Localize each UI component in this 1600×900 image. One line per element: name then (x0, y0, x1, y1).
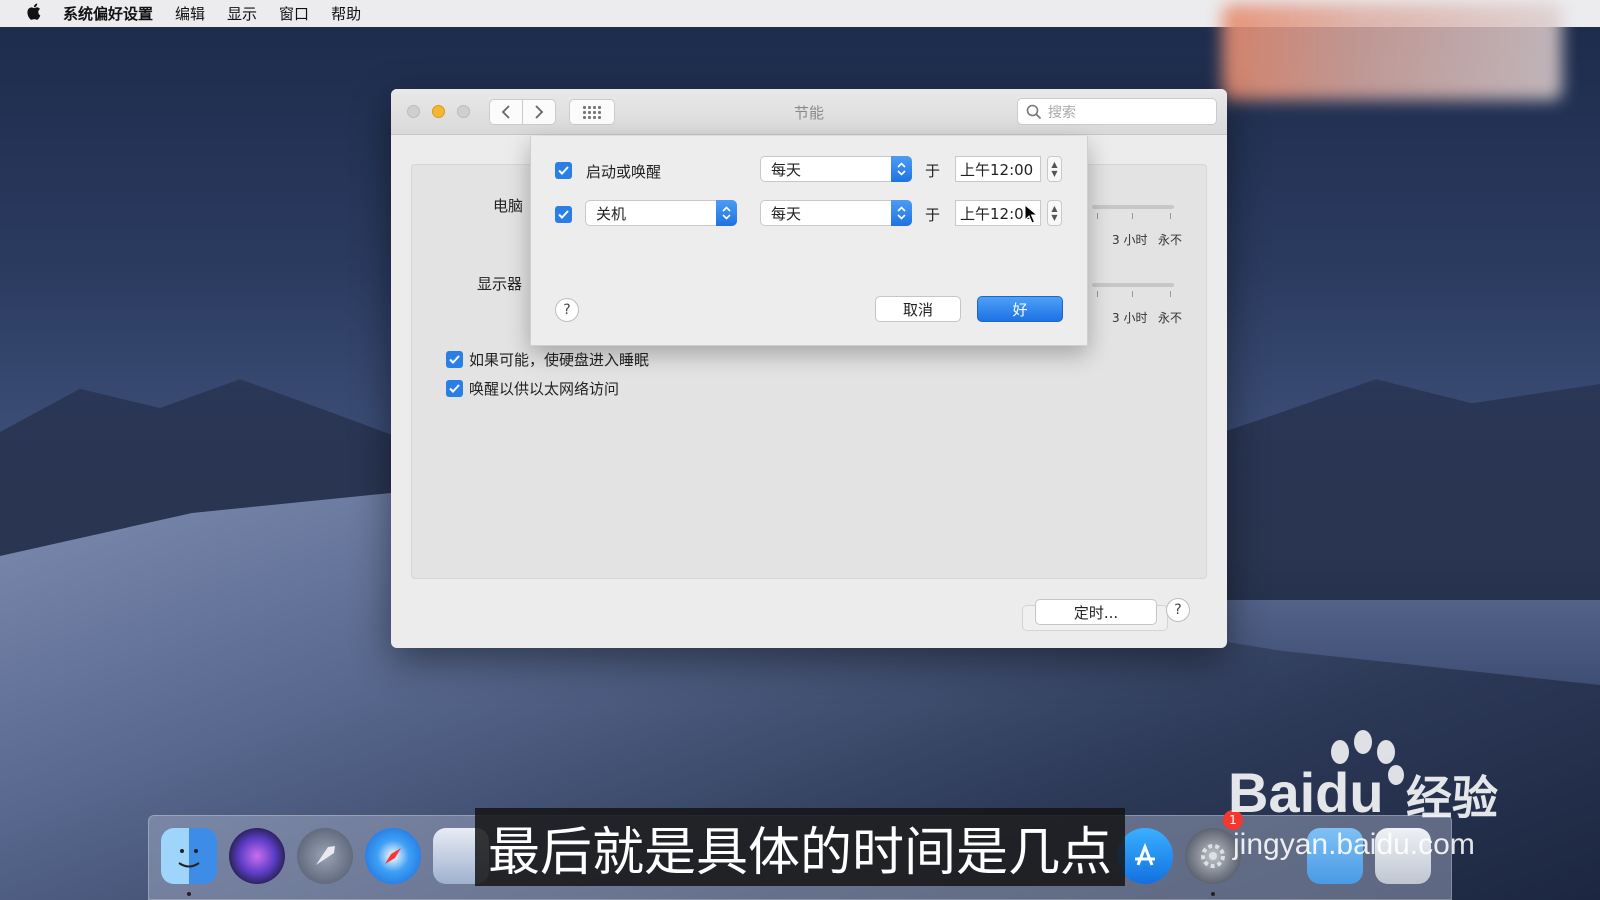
updown-arrows-icon (891, 200, 912, 226)
checkmark-icon (449, 355, 460, 364)
schedule-button[interactable]: 定时... (1035, 599, 1157, 625)
shutdown-at-label: 于 (925, 206, 941, 224)
display-sleep-slider[interactable] (1092, 283, 1174, 287)
running-indicator (187, 892, 191, 896)
finder-icon[interactable] (161, 828, 217, 884)
slider-tick (1132, 291, 1133, 297)
slider-tick (1170, 291, 1171, 297)
disk-sleep-label: 如果可能，使硬盘进入睡眠 (469, 351, 650, 369)
scale-3h-label: 3 小时 (1112, 233, 1148, 247)
wake-ethernet-checkbox[interactable] (446, 380, 463, 397)
menu-system-preferences[interactable]: 系统偏好设置 (63, 3, 153, 24)
mouse-cursor-icon (1024, 204, 1038, 224)
baidu-logo-text: Baidu (1228, 761, 1384, 824)
blurred-menubar-region (1222, 4, 1562, 100)
baidu-watermark: Baidu 经验 jingyan.baidu.com (1228, 730, 1528, 870)
shutdown-repeat-value: 每天 (771, 204, 802, 223)
startup-wake-checkbox[interactable] (555, 162, 572, 179)
menu-window[interactable]: 窗口 (279, 3, 309, 24)
startup-time-stepper[interactable]: ▲ ▼ (1047, 156, 1062, 182)
menu-help[interactable]: 帮助 (331, 3, 361, 24)
siri-icon[interactable] (229, 828, 285, 884)
checkmark-icon (449, 384, 460, 393)
shutdown-checkbox[interactable] (555, 206, 572, 223)
startup-time-field[interactable]: 上午12:00 (955, 156, 1041, 182)
search-field[interactable]: 搜索 (1017, 98, 1217, 125)
search-icon (1026, 104, 1042, 119)
computer-sleep-label: 电脑 (493, 197, 524, 215)
app-store-icon[interactable] (1117, 828, 1173, 884)
ok-button[interactable]: 好 (977, 296, 1063, 322)
disk-sleep-row: 如果可能，使硬盘进入睡眠 (446, 349, 649, 370)
shutdown-time-stepper[interactable]: ▲ ▼ (1047, 200, 1062, 226)
stepper-down-icon: ▼ (1051, 169, 1058, 178)
sheet-help-button[interactable]: ? (555, 298, 579, 322)
schedule-sheet: 启动或唤醒 每天 于 上午12:00 ▲ ▼ 关机 每天 于 上午12:00 ▲… (530, 136, 1088, 346)
running-indicator (1211, 892, 1215, 896)
stepper-up-icon: ▲ (1051, 204, 1058, 213)
display-sleep-label: 显示器 (477, 275, 523, 293)
wake-ethernet-row: 唤醒以供以太网络访问 (446, 378, 619, 399)
startup-repeat-popup[interactable]: 每天 (760, 156, 912, 182)
updown-arrows-icon (716, 200, 737, 226)
slider-tick (1132, 213, 1133, 219)
video-subtitle: 最后就是具体的时间是几点 (475, 808, 1125, 886)
apple-menu-icon[interactable] (26, 3, 41, 25)
shutdown-action-popup[interactable]: 关机 (585, 200, 737, 226)
help-button[interactable]: ? (1166, 598, 1190, 622)
checkmark-icon (558, 166, 569, 175)
menu-view[interactable]: 显示 (227, 3, 257, 24)
search-placeholder: 搜索 (1048, 104, 1076, 121)
stepper-down-icon: ▼ (1051, 213, 1058, 222)
safari-compass-icon[interactable] (365, 828, 421, 884)
slider-tick (1170, 213, 1171, 219)
cancel-button[interactable]: 取消 (875, 296, 961, 322)
launchpad-rocket-icon[interactable] (297, 828, 353, 884)
title-bar: 节能 搜索 (391, 89, 1227, 135)
updown-arrows-icon (891, 156, 912, 182)
slider-tick (1097, 213, 1098, 219)
baidu-jingyan-text: 经验 (1406, 771, 1498, 825)
startup-repeat-value: 每天 (771, 160, 802, 179)
slider-tick (1097, 291, 1098, 297)
startup-at-label: 于 (925, 162, 941, 180)
scale-never-label: 永不 (1158, 311, 1183, 325)
startup-wake-label: 启动或唤醒 (586, 163, 662, 181)
menu-edit[interactable]: 编辑 (175, 3, 205, 24)
baidu-url-text: jingyan.baidu.com (1233, 828, 1475, 861)
computer-sleep-slider[interactable] (1092, 205, 1174, 209)
disk-sleep-checkbox[interactable] (446, 351, 463, 368)
shutdown-action-value: 关机 (596, 204, 627, 223)
checkmark-icon (558, 210, 569, 219)
stepper-up-icon: ▲ (1051, 160, 1058, 169)
wake-ethernet-label: 唤醒以供以太网络访问 (469, 380, 620, 398)
scale-3h-label: 3 小时 (1112, 311, 1148, 325)
shutdown-repeat-popup[interactable]: 每天 (760, 200, 912, 226)
scale-never-label: 永不 (1158, 233, 1183, 247)
